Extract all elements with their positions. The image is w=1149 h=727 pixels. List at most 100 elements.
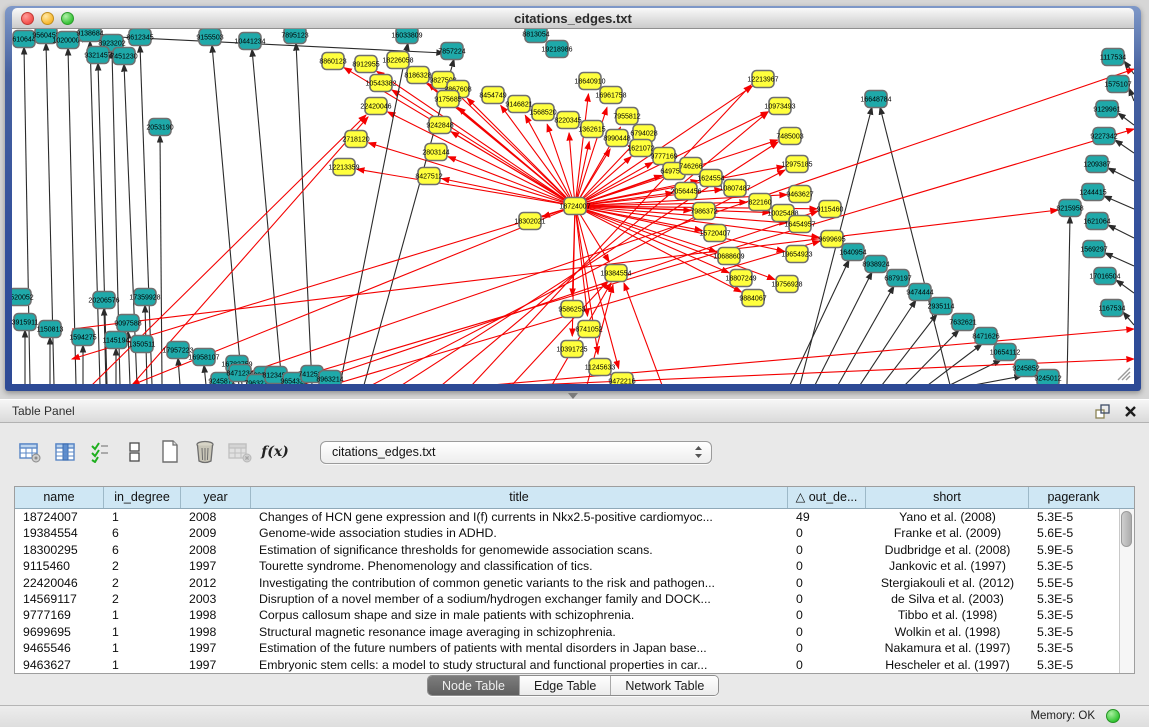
graph-node[interactable]: 1244415 <box>1079 184 1106 201</box>
graph-node[interactable]: 1568520 <box>529 104 556 121</box>
close-panel-icon[interactable] <box>1124 405 1137 418</box>
column-header-title[interactable]: title <box>251 487 788 508</box>
zoom-window-button[interactable] <box>61 12 74 25</box>
graph-node[interactable]: 8427512 <box>415 168 442 185</box>
graph-node[interactable]: 16648784 <box>860 91 891 108</box>
graph-node[interactable]: 1150813 <box>37 321 64 338</box>
graph-node[interactable]: 7857224 <box>438 43 465 60</box>
graph-node[interactable]: 10391725 <box>556 341 587 358</box>
graph-node[interactable]: 8813054 <box>522 29 549 43</box>
column-header-out_degree[interactable]: △ out_de... <box>788 487 866 508</box>
row-height-icon[interactable] <box>123 439 147 465</box>
graph-node[interactable]: 8912955 <box>352 56 379 73</box>
graph-node[interactable]: 1167534 <box>1099 300 1126 317</box>
graph-node[interactable]: 2803144 <box>422 144 449 161</box>
graph-node[interactable]: 7895123 <box>281 29 308 44</box>
graph-node[interactable]: 15720407 <box>699 225 730 242</box>
graph-node[interactable]: 7986372 <box>690 203 717 220</box>
graph-node[interactable]: 10807487 <box>719 180 750 197</box>
graph-node[interactable]: 10654112 <box>990 344 1021 361</box>
graph-node[interactable]: 7451230 <box>110 48 137 65</box>
graph-node[interactable]: 16961758 <box>595 87 626 104</box>
graph-node[interactable]: 7955812 <box>613 108 640 125</box>
table-row[interactable]: 1938455462009Genome-wide association stu… <box>15 525 1134 541</box>
graph-node[interactable]: 8963214 <box>316 371 343 385</box>
new-file-icon[interactable] <box>158 439 182 465</box>
graph-node[interactable]: 8186328 <box>404 67 431 84</box>
graph-node[interactable]: 11245633 <box>585 359 616 376</box>
graph-node[interactable]: 9245852 <box>1012 360 1039 377</box>
table-settings-icon[interactable] <box>18 439 42 465</box>
graph-node[interactable]: 9242848 <box>426 117 453 134</box>
graph-node[interactable]: 18302021 <box>514 213 545 230</box>
table-row[interactable]: 946362711997Embryonic stem cells: a mode… <box>15 657 1134 673</box>
function-builder-icon[interactable]: f(x) <box>263 439 287 465</box>
graph-node[interactable]: 10441234 <box>234 33 265 50</box>
graph-node[interactable]: 9586253 <box>558 301 585 318</box>
graph-node[interactable]: 746266 <box>679 158 702 175</box>
graph-node[interactable]: 8612345 <box>126 29 153 46</box>
column-header-year[interactable]: year <box>181 487 251 508</box>
graph-node[interactable]: 9474444 <box>906 284 933 301</box>
graph-node[interactable]: 1624554 <box>697 170 724 187</box>
table-row[interactable]: 911546021997Tourette syndrome. Phenomeno… <box>15 558 1134 574</box>
graph-node[interactable]: 20206576 <box>88 292 119 309</box>
graph-node[interactable]: 9463627 <box>786 186 813 203</box>
graph-node[interactable]: 9227342 <box>1090 128 1117 145</box>
graph-node[interactable]: 9884067 <box>739 290 766 307</box>
column-header-short[interactable]: short <box>866 487 1029 508</box>
close-window-button[interactable] <box>21 12 34 25</box>
graph-node[interactable]: 10973493 <box>764 98 795 115</box>
tab-edge-table[interactable]: Edge Table <box>520 676 611 695</box>
graph-node[interactable]: 9472216 <box>608 373 635 385</box>
table-row[interactable]: 946554611997Estimation of the future num… <box>15 640 1134 656</box>
graph-node[interactable]: 1145194 <box>103 332 130 349</box>
graph-node[interactable]: 1117534 <box>1100 49 1126 66</box>
graph-node[interactable]: 1362615 <box>578 121 605 138</box>
table-row[interactable]: 1872400712008Changes of HCN gene express… <box>15 509 1134 525</box>
delete-trash-icon[interactable] <box>193 439 217 465</box>
graph-node[interactable]: 10688609 <box>713 248 744 265</box>
graph-node[interactable]: 9175685 <box>434 91 461 108</box>
graph-node[interactable]: 18226058 <box>382 52 413 69</box>
table-source-select[interactable]: citations_edges.txt <box>320 441 712 464</box>
table-scrollbar[interactable] <box>1119 509 1134 673</box>
graph-node[interactable]: 9129961 <box>1093 101 1120 118</box>
network-window-titlebar[interactable]: citations_edges.txt <box>12 8 1134 29</box>
graph-node[interactable]: 8471626 <box>972 328 999 345</box>
show-column-icon[interactable] <box>53 439 77 465</box>
graph-node[interactable]: 2520052 <box>12 289 34 306</box>
float-panel-icon[interactable] <box>1094 404 1110 419</box>
table-row[interactable]: 1830029562008Estimation of significance … <box>15 542 1134 558</box>
graph-node[interactable]: 16958107 <box>188 349 219 366</box>
graph-node[interactable]: 12975185 <box>781 156 812 173</box>
graph-node[interactable]: 22420046 <box>360 98 391 115</box>
graph-node[interactable]: 16033809 <box>391 29 422 44</box>
graph-node[interactable]: 9699695 <box>818 231 845 248</box>
graph-node[interactable]: 9245012 <box>1034 370 1061 385</box>
graph-node[interactable]: 9321457 <box>84 47 111 64</box>
graph-node[interactable]: 16454957 <box>784 216 815 233</box>
graph-node[interactable]: 1640954 <box>839 244 866 261</box>
graph-node[interactable]: 19654923 <box>781 246 812 263</box>
column-header-in_degree[interactable]: in_degree <box>104 487 181 508</box>
graph-node[interactable]: 8454749 <box>479 87 506 104</box>
graph-node[interactable]: 9155503 <box>196 29 223 46</box>
graph-node[interactable]: 8990448 <box>603 130 630 147</box>
graph-node[interactable]: 10543382 <box>365 75 396 92</box>
graph-node[interactable]: 1350511 <box>129 336 156 353</box>
graph-node[interactable]: 3915911 <box>12 314 38 331</box>
graph-node[interactable]: 7632621 <box>949 314 976 331</box>
graph-node[interactable]: 18807249 <box>725 270 756 287</box>
graph-node[interactable]: 9115460 <box>817 201 844 218</box>
minimize-window-button[interactable] <box>41 12 54 25</box>
graph-node[interactable]: 18724007 <box>559 198 590 215</box>
graph-node[interactable]: 7485003 <box>776 128 803 145</box>
graph-node[interactable]: 18640910 <box>574 73 605 90</box>
graph-node[interactable]: 12213359 <box>328 159 359 176</box>
graph-node[interactable]: 1209387 <box>1083 156 1110 173</box>
graph-node[interactable]: 1569297 <box>1080 241 1107 258</box>
column-header-pagerank[interactable]: pagerank <box>1029 487 1118 508</box>
graph-node[interactable]: 2935114 <box>928 298 955 315</box>
graph-node[interactable]: 1621064 <box>1083 213 1110 230</box>
